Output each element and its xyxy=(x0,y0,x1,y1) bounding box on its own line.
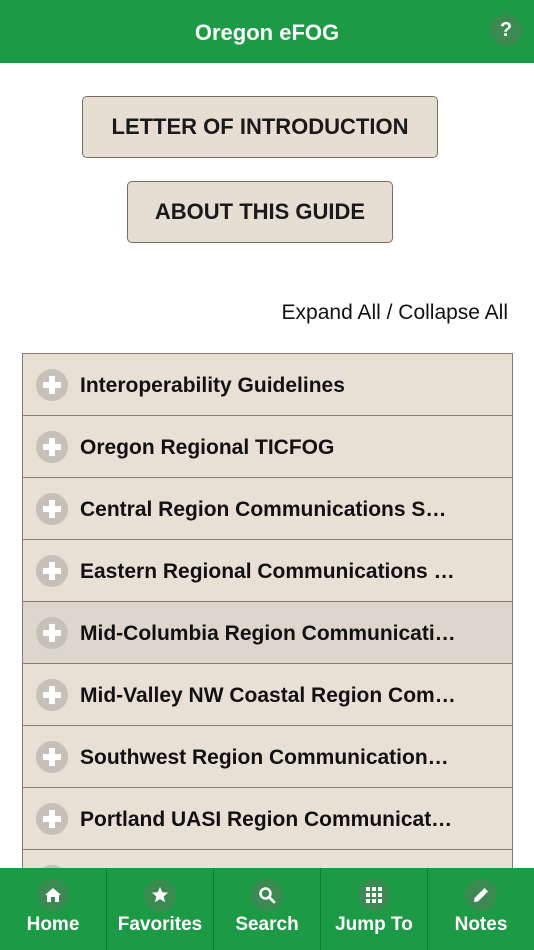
list-item[interactable]: Oregon Regional TICFOG xyxy=(23,416,512,478)
list-item[interactable]: Southwest Region Communication… xyxy=(23,726,512,788)
about-this-guide-button[interactable]: ABOUT THIS GUIDE xyxy=(127,181,393,243)
tab-jump-to[interactable]: Jump To xyxy=(321,868,428,950)
app-title: Oregon eFOG xyxy=(194,20,340,45)
tab-label: Favorites xyxy=(117,914,203,935)
list-item[interactable]: Mid-Valley NW Coastal Region Com… xyxy=(23,664,512,726)
expand-plus-icon xyxy=(36,741,68,773)
tab-label: Search xyxy=(235,914,299,935)
list-item[interactable]: Central Region Communications S… xyxy=(23,478,512,540)
home-icon xyxy=(37,879,69,911)
list-item-label: Eastern Regional Communications … xyxy=(80,560,455,583)
grid-icon xyxy=(358,879,390,911)
tab-home[interactable]: Home xyxy=(0,868,107,950)
help-icon: ? xyxy=(499,18,513,41)
expand-plus-icon xyxy=(36,369,68,401)
search-icon xyxy=(251,879,283,911)
expand-plus-icon xyxy=(36,617,68,649)
expand-plus-icon xyxy=(36,803,68,835)
help-button[interactable]: ? xyxy=(490,14,522,46)
list-item-label: Mid-Valley NW Coastal Region Com… xyxy=(80,684,456,707)
list-item-label: Interoperability Guidelines xyxy=(80,374,345,397)
list-item-selected[interactable]: Mid-Columbia Region Communicati… xyxy=(23,602,512,664)
list-item[interactable] xyxy=(23,850,512,870)
section-list: Interoperability Guidelines Oregon Regio… xyxy=(22,353,513,870)
top-bar: Oregon eFOG ? xyxy=(0,0,534,63)
expand-collapse-all-link[interactable]: Expand All / Collapse All xyxy=(282,301,508,325)
tab-label: Jump To xyxy=(335,914,413,935)
expand-plus-icon xyxy=(36,493,68,525)
tab-search[interactable]: Search xyxy=(214,868,321,950)
list-item-label xyxy=(80,850,492,870)
expand-plus-icon xyxy=(36,555,68,587)
letter-of-introduction-button[interactable]: LETTER OF INTRODUCTION xyxy=(82,96,438,158)
tab-favorites[interactable]: Favorites xyxy=(107,868,214,950)
star-icon xyxy=(144,879,176,911)
tab-label: Home xyxy=(26,914,80,935)
list-item-label: Central Region Communications S… xyxy=(80,498,447,521)
list-item[interactable]: Portland UASI Region Communicat… xyxy=(23,788,512,850)
list-item[interactable]: Interoperability Guidelines xyxy=(23,354,512,416)
bottom-tab-bar: Home Favorites Search Jump To Notes xyxy=(0,868,534,950)
expand-plus-icon xyxy=(36,431,68,463)
pencil-icon xyxy=(465,879,497,911)
tab-notes[interactable]: Notes xyxy=(428,868,534,950)
tab-label: Notes xyxy=(454,914,508,935)
list-item[interactable]: Eastern Regional Communications … xyxy=(23,540,512,602)
list-item-label: Oregon Regional TICFOG xyxy=(80,436,335,459)
list-item-label: Portland UASI Region Communicat… xyxy=(80,808,453,831)
list-item-label: Mid-Columbia Region Communicati… xyxy=(80,622,456,645)
list-item-label: Southwest Region Communication… xyxy=(80,746,449,769)
expand-plus-icon xyxy=(36,679,68,711)
